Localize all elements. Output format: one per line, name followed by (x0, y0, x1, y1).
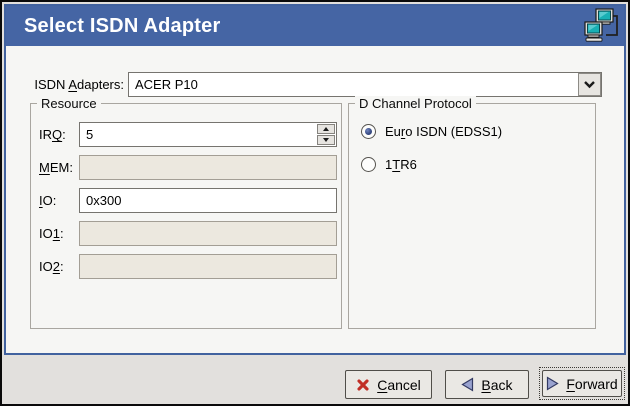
chevron-down-icon (583, 80, 596, 89)
resource-group-title: Resource (37, 96, 101, 111)
isdn-adapters-label: ISDN Adapters: (24, 72, 124, 97)
mem-label: MEM: (39, 155, 73, 180)
small-arrow-up-icon (323, 127, 329, 131)
page-title: Select ISDN Adapter (24, 6, 220, 46)
back-button[interactable]: Back (445, 370, 529, 399)
content-panel: Select ISDN Adapter ISDN Adapter (4, 4, 626, 355)
irq-label: IRQ: (39, 122, 66, 147)
forward-button-label: Forward (566, 376, 617, 392)
radio-button-icon (361, 124, 376, 139)
irq-spin-controls (317, 124, 335, 145)
radio-1tr6-label: 1TR6 (385, 156, 417, 173)
d-channel-protocol-title: D Channel Protocol (355, 96, 476, 111)
irq-spin-down-button[interactable] (317, 135, 335, 145)
isdn-adapter-input[interactable] (128, 72, 602, 97)
radio-euro-isdn[interactable]: Euro ISDN (EDSS1) (361, 123, 502, 140)
network-computers-icon (584, 8, 620, 44)
io2-label: IO2: (39, 254, 64, 279)
irq-row: IRQ: (31, 122, 341, 147)
io2-row: IO2: (31, 254, 341, 279)
small-arrow-down-icon (323, 138, 329, 142)
title-banner: Select ISDN Adapter (6, 6, 624, 46)
io-label: IO: (39, 188, 56, 213)
resource-group: Resource IRQ: MEM: IO: (30, 103, 342, 329)
io2-field (79, 254, 337, 279)
cancel-button-label: Cancel (377, 377, 421, 393)
cancel-button[interactable]: Cancel (345, 370, 432, 399)
io1-row: IO1: (31, 221, 341, 246)
io-input[interactable] (79, 188, 337, 213)
d-channel-protocol-group: D Channel Protocol Euro ISDN (EDSS1) 1TR… (348, 103, 596, 329)
io1-field (79, 221, 337, 246)
mem-field (79, 155, 337, 180)
dropdown-button[interactable] (578, 73, 601, 96)
mem-row: MEM: (31, 155, 341, 180)
forward-button-focus-ring: Forward (539, 367, 625, 400)
irq-spin-up-button[interactable] (317, 124, 335, 134)
wizard-window: Select ISDN Adapter ISDN Adapter (0, 0, 630, 406)
io-row: IO: (31, 188, 341, 213)
cancel-x-icon (356, 378, 370, 392)
arrow-left-icon (461, 377, 474, 392)
isdn-adapter-combobox[interactable] (128, 72, 602, 97)
arrow-right-icon (546, 376, 559, 391)
irq-spinbutton[interactable] (79, 122, 337, 147)
forward-button[interactable]: Forward (542, 370, 622, 397)
radio-button-icon (361, 157, 376, 172)
irq-input[interactable] (80, 123, 324, 146)
radio-euro-isdn-label: Euro ISDN (EDSS1) (385, 123, 502, 140)
back-button-label: Back (481, 377, 512, 393)
radio-1tr6[interactable]: 1TR6 (361, 156, 417, 173)
io1-label: IO1: (39, 221, 64, 246)
